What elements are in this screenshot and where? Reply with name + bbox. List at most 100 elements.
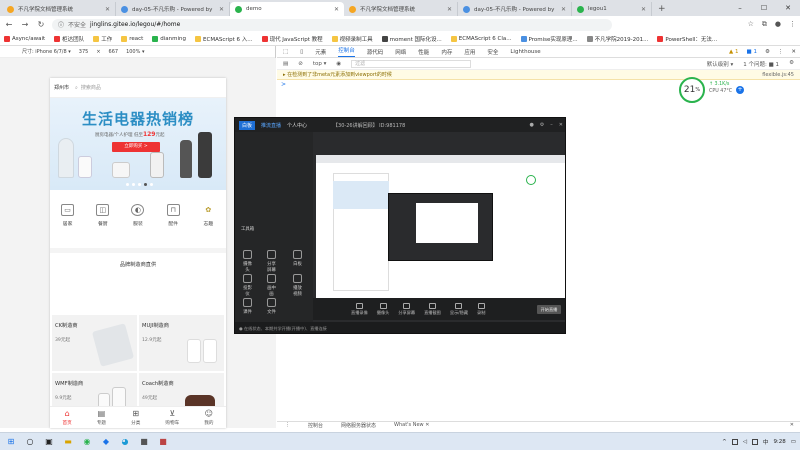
bookmark-folder[interactable]: 视频录制工具 xyxy=(331,35,373,43)
device-select[interactable]: 尺寸: iPhone 6/7/8 ▾ xyxy=(22,48,71,55)
bookmark-item[interactable]: 不凡学院2019-201... xyxy=(586,35,648,43)
edge-icon[interactable]: ◕ xyxy=(120,437,130,447)
bookmark-item[interactable]: moment 国际化设... xyxy=(381,35,442,43)
start-live-button[interactable]: 开始直播 xyxy=(537,304,561,314)
drawer-menu-icon[interactable]: ⋮ xyxy=(285,422,290,428)
recorder-tab[interactable]: 个人中心 xyxy=(287,122,307,129)
reload-icon[interactable]: ↻ xyxy=(36,20,46,29)
brand-card[interactable]: CK制造商 39元起 xyxy=(52,315,137,371)
forward-icon[interactable]: → xyxy=(20,20,30,29)
record-control[interactable]: 直播录像 xyxy=(351,302,368,316)
context-select[interactable]: top ▾ xyxy=(313,61,327,67)
camera-tool[interactable]: 摄像头 xyxy=(241,250,254,273)
bookmark-item[interactable]: ECMAScript 6 入... xyxy=(195,35,253,43)
sidebar-toggle-icon[interactable]: ▤ xyxy=(283,61,288,67)
zoom-select[interactable]: 100% ▾ xyxy=(126,49,144,55)
close-icon[interactable]: ✕ xyxy=(559,122,563,128)
issues-badge[interactable]: 1 个问题: ■ 1 xyxy=(743,60,779,68)
clock[interactable]: 9:28 xyxy=(773,439,785,445)
device-toggle-icon[interactable]: ▯ xyxy=(300,49,303,55)
bookmark-item[interactable]: Async/await xyxy=(4,36,45,42)
browser-tab-active[interactable]: demo ✕ xyxy=(230,2,344,16)
capture-control[interactable]: 录制 xyxy=(477,302,485,316)
device-height-field[interactable]: 667 xyxy=(109,49,119,55)
volume-icon[interactable]: ◁ xyxy=(743,439,747,445)
camera-control[interactable]: 摄像头 xyxy=(377,302,389,316)
avatar[interactable]: ● xyxy=(775,20,781,29)
buy-now-button[interactable]: 立即购买 > xyxy=(112,142,160,152)
projector-tool[interactable]: 投影仪 xyxy=(241,274,254,297)
screenshot-control[interactable]: 直播截图 xyxy=(424,302,441,316)
settings-gear-icon[interactable]: ⚙ xyxy=(765,49,770,55)
recorder-tab[interactable]: 推流直播 xyxy=(261,122,281,129)
inspect-icon[interactable]: ⬚ xyxy=(283,49,288,55)
category-item[interactable]: ⊓ 配件 xyxy=(166,198,180,238)
tab-lighthouse[interactable]: Lighthouse xyxy=(510,49,540,55)
extensions-icon[interactable]: ⧉ xyxy=(762,20,767,29)
tabbar-item-category[interactable]: ⊞ 分类 xyxy=(131,409,140,426)
battery-icon[interactable] xyxy=(751,438,758,445)
browser-tab[interactable]: day-05-不凡乐购 - Powered by ✕ xyxy=(116,2,230,16)
carousel-dots[interactable] xyxy=(126,183,153,186)
tabbar-item-home[interactable]: ⌂ 首页 xyxy=(63,409,72,426)
search-box[interactable]: ⌕ 搜索商品 xyxy=(75,84,101,92)
chrome-icon[interactable]: ◉ xyxy=(82,437,92,447)
task-view-icon[interactable]: ▣ xyxy=(44,437,54,447)
video-tool[interactable]: 播放视频 xyxy=(291,274,304,297)
console-settings-gear-icon[interactable]: ⚙ xyxy=(789,60,794,68)
drawer-tab-console[interactable]: 控制台 xyxy=(308,422,323,429)
bookmark-item[interactable]: Promise实现原理... xyxy=(520,35,578,43)
toggle-control[interactable]: 显示/隐藏 xyxy=(450,302,468,316)
back-icon[interactable]: ← xyxy=(4,20,14,29)
tab-performance[interactable]: 性能 xyxy=(418,48,429,56)
tab-network[interactable]: 网络 xyxy=(395,48,406,56)
filter-input[interactable]: 过滤 xyxy=(351,59,472,68)
close-icon[interactable]: ✕ xyxy=(447,6,452,13)
issue-count-badge[interactable]: ■ 1 xyxy=(747,49,757,55)
drawer-tab-whats-new[interactable]: What's New ✕ xyxy=(394,422,429,428)
city-label[interactable]: 郑州市 xyxy=(54,84,69,91)
bookmark-folder[interactable]: 工作 xyxy=(93,35,112,43)
share-control[interactable]: 分享屏幕 xyxy=(398,302,415,316)
tab-memory[interactable]: 内存 xyxy=(441,48,452,56)
bookmark-item[interactable]: 柜达团队 xyxy=(54,35,84,43)
tabbar-item-topic[interactable]: ▤ 专题 xyxy=(97,409,106,426)
tab-elements[interactable]: 元素 xyxy=(315,48,326,56)
search-icon[interactable]: ○ xyxy=(25,437,35,447)
star-icon[interactable]: ☆ xyxy=(748,20,754,29)
browser-tab[interactable]: legou1 ✕ xyxy=(572,2,652,16)
browser-tab[interactable]: day-05-不凡乐购 - Powered by ✕ xyxy=(458,2,572,16)
input-method-icon[interactable]: 中 xyxy=(763,438,769,446)
chevron-up-icon[interactable]: ^ xyxy=(722,439,727,445)
plus-icon[interactable]: + xyxy=(736,86,744,94)
bookmark-item[interactable]: PowerShell：无法... xyxy=(657,35,717,43)
bookmark-folder[interactable]: react xyxy=(121,36,143,42)
screen-share-tool[interactable]: 分享屏幕 xyxy=(265,250,278,273)
close-window-button[interactable]: ✕ xyxy=(776,0,800,16)
device-width-field[interactable]: 375 xyxy=(79,49,89,55)
settings-gear-icon[interactable]: ⚙ xyxy=(540,122,544,128)
new-tab-button[interactable]: + xyxy=(658,2,666,16)
category-item[interactable]: ◫ 餐厨 xyxy=(96,198,110,238)
notification-icon[interactable]: ▭ xyxy=(791,439,796,445)
category-item[interactable]: ◐ 服装 xyxy=(131,198,145,238)
folder-icon[interactable]: ▬ xyxy=(63,437,73,447)
tab-sources[interactable]: 源代码 xyxy=(367,48,384,56)
vscode-icon[interactable]: ◆ xyxy=(101,437,111,447)
browser-tab[interactable]: 不凡学院文档管理系统 ✕ xyxy=(2,2,116,16)
close-icon[interactable]: ✕ xyxy=(790,422,800,428)
avatar[interactable]: ● xyxy=(529,122,533,128)
bookmark-item[interactable]: 现代 JavaScript 教程 xyxy=(261,35,323,43)
close-icon[interactable]: ✕ xyxy=(105,6,110,13)
pip-tool[interactable]: 画中画 xyxy=(265,274,278,297)
windows-start-icon[interactable]: ⊞ xyxy=(6,437,16,447)
close-icon[interactable]: ✕ xyxy=(334,6,339,13)
tabbar-item-user[interactable]: ☺ 我的 xyxy=(204,409,213,426)
tab-security[interactable]: 安全 xyxy=(487,48,498,56)
browser-tab[interactable]: 不凡学院文档管理系统 ✕ xyxy=(344,2,458,16)
category-item[interactable]: ✿ 志趣 xyxy=(202,198,215,238)
more-icon[interactable]: ⋮ xyxy=(778,49,784,55)
warning-count-badge[interactable]: ▲ 1 xyxy=(729,49,738,55)
tab-console[interactable]: 控制台 xyxy=(338,46,355,57)
drawer-tab-network[interactable]: 网络服务器状态 xyxy=(341,422,376,429)
